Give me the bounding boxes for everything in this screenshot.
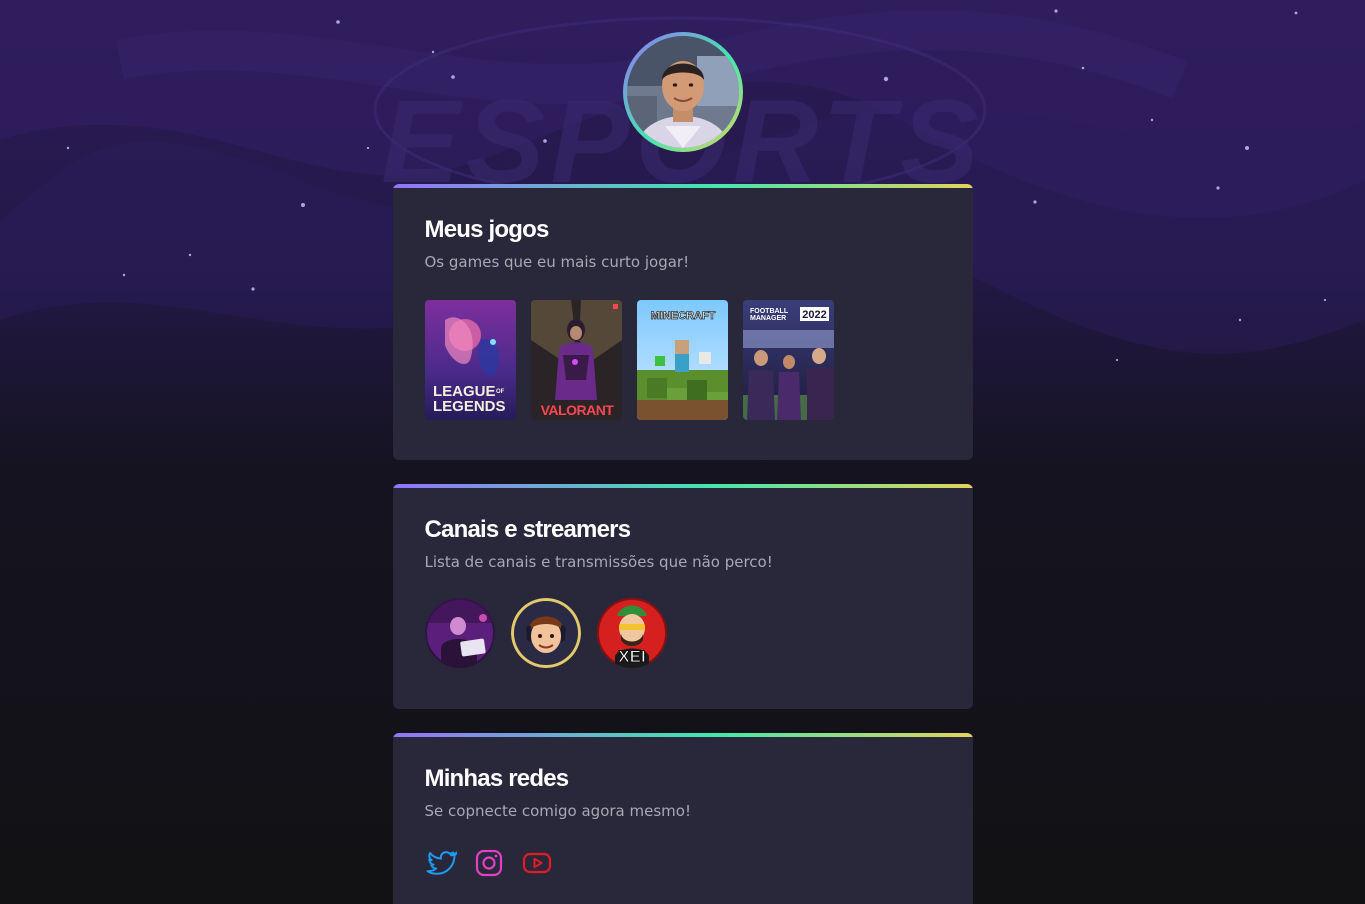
games-title: Meus jogos (424, 216, 550, 243)
social-section: Minhas redes Se copnecte comigo agora me… (392, 733, 973, 904)
svg-text:MINECRAFT: MINECRAFT (650, 310, 715, 322)
youtube-icon[interactable] (521, 847, 553, 879)
twitter-icon[interactable] (425, 847, 457, 879)
streamer-avatar-1[interactable] (424, 598, 495, 668)
streamer-avatar-3[interactable]: XEI (596, 598, 667, 668)
profile-avatar (626, 36, 739, 148)
games-section: Meus jogos Os games que eu mais curto jo… (392, 184, 973, 460)
game-cover-football-manager-2022[interactable]: FOOTBALL MANAGER 2022 (742, 300, 834, 420)
svg-text:OF: OF (496, 389, 505, 395)
game-cover-minecraft[interactable]: MINECRAFT (636, 300, 728, 420)
games-list: LEAGUE OF LEGENDS VALORANT MINECRAFT FOO… (424, 300, 941, 420)
streamers-list: XEI (424, 598, 941, 668)
svg-text:MANAGER: MANAGER (750, 315, 786, 322)
streamer-avatar-2[interactable] (510, 598, 581, 668)
svg-text:FOOTBALL: FOOTBALL (750, 308, 789, 315)
streamers-section: Canais e streamers Lista de canais e tra… (392, 484, 973, 709)
profile-avatar-ring (622, 32, 743, 152)
streamers-title: Canais e streamers (424, 516, 632, 543)
social-links (425, 847, 941, 879)
svg-text:XEI: XEI (618, 647, 645, 666)
social-title: Minhas redes (424, 765, 570, 792)
games-subtitle: Os games que eu mais curto jogar! (424, 253, 690, 271)
game-cover-valorant[interactable]: VALORANT (530, 300, 622, 420)
social-subtitle: Se copnecte comigo agora mesmo! (424, 802, 691, 820)
game-cover-league-of-legends[interactable]: LEAGUE OF LEGENDS (424, 300, 516, 420)
svg-text:LEGENDS: LEGENDS (433, 398, 506, 415)
page: ESPORTS (0, 0, 1365, 904)
streamers-subtitle: Lista de canais e transmissões que não p… (424, 553, 773, 571)
main-content: Meus jogos Os games que eu mais curto jo… (392, 0, 973, 904)
svg-text:2022: 2022 (802, 309, 826, 321)
instagram-icon[interactable] (473, 847, 505, 879)
svg-text:VALORANT: VALORANT (540, 402, 614, 418)
